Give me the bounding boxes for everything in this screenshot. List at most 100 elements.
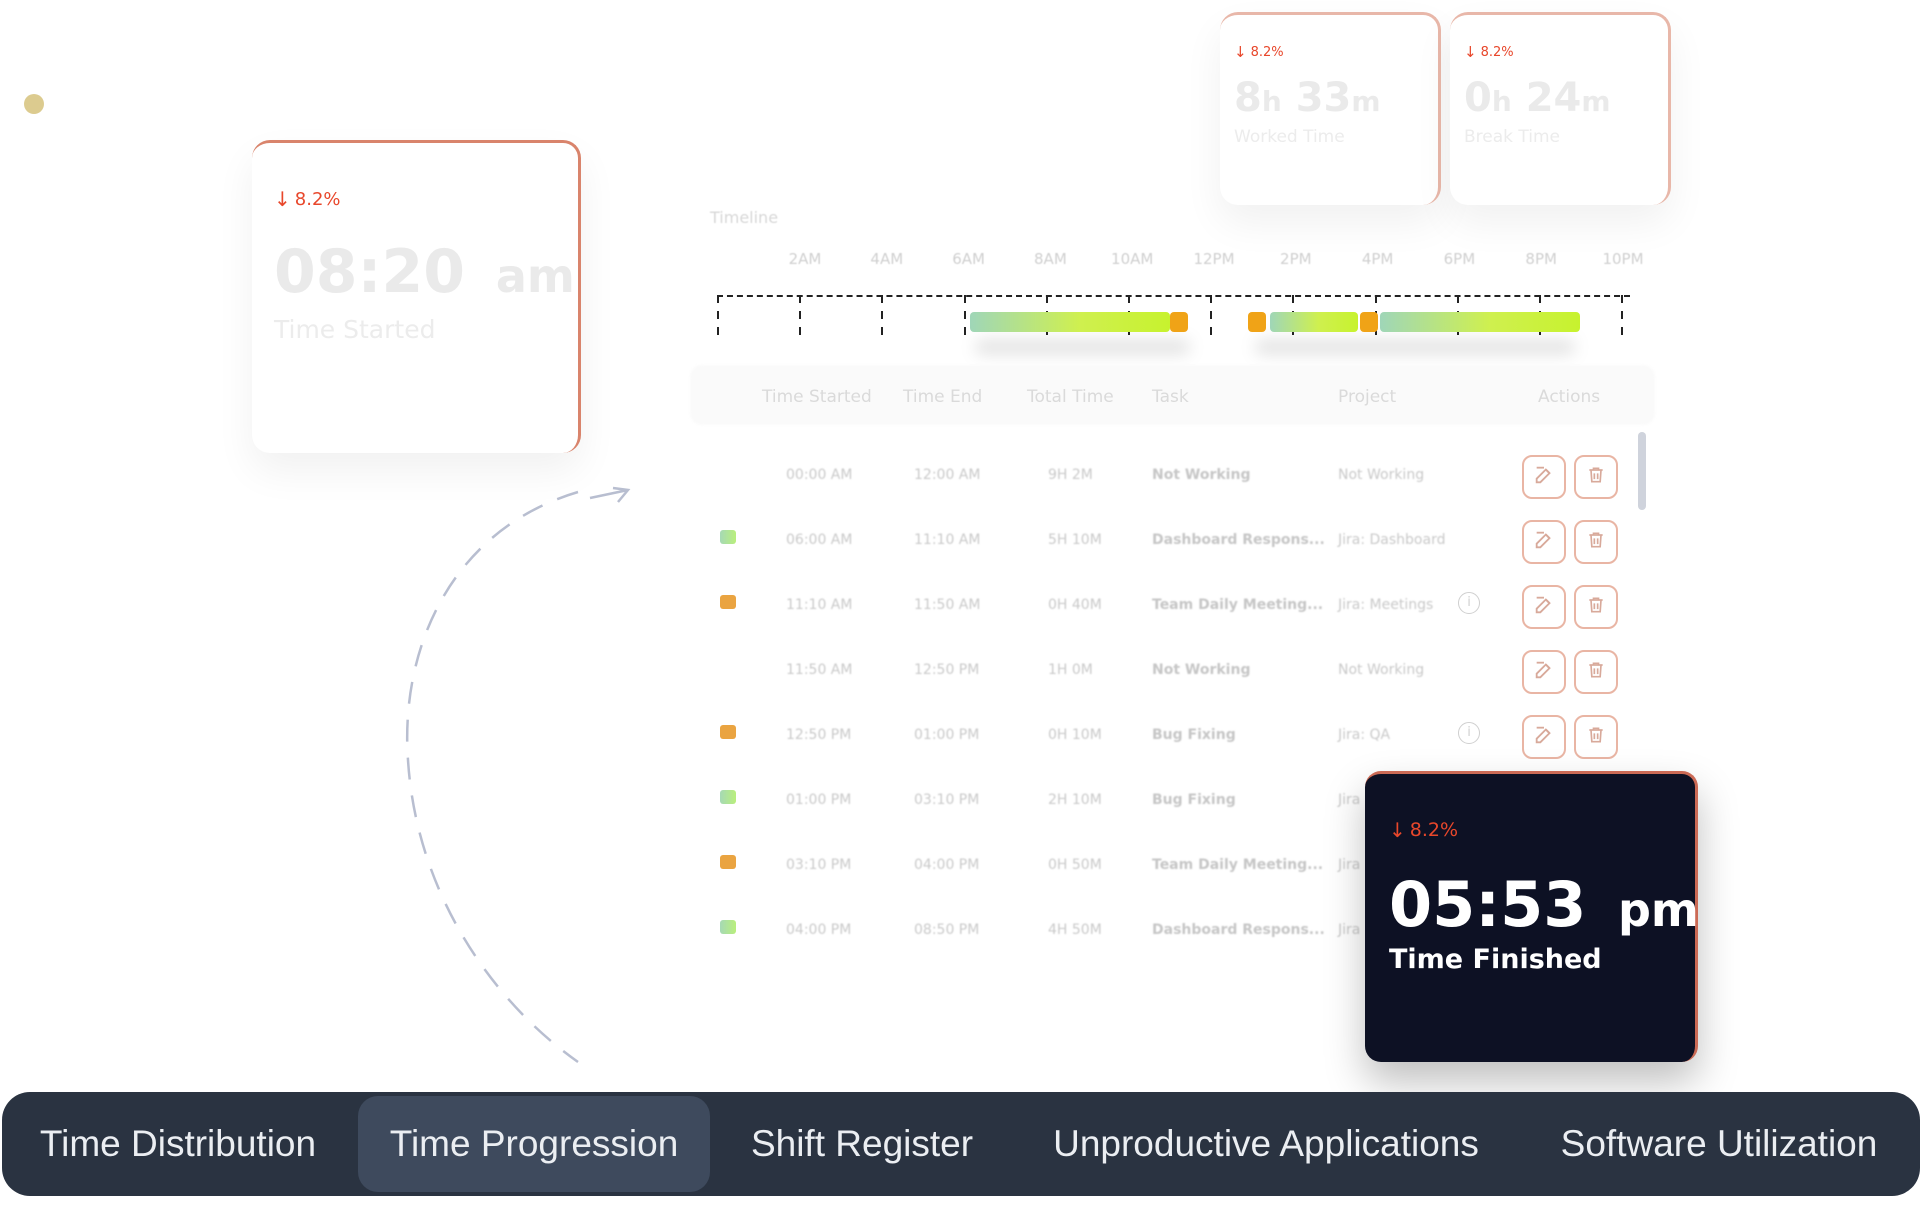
time-started-card: ↓ 8.2% 08:20 am Time Started — [252, 140, 581, 453]
timeline-work-segment — [970, 312, 1170, 332]
decorative-dot — [24, 94, 44, 114]
cell-total-time: 9H 2M — [1048, 467, 1093, 483]
task-color-swatch — [720, 920, 736, 934]
header-time-started: Time Started — [762, 387, 872, 407]
header-total-time: Total Time — [1027, 387, 1114, 407]
task-color-swatch — [720, 530, 736, 544]
table-scrollbar[interactable] — [1638, 432, 1646, 510]
edit-icon — [1533, 659, 1555, 685]
cell-total-time: 5H 10M — [1048, 532, 1102, 548]
cell-time-started: 12:50 PM — [786, 727, 852, 743]
time-finished-period: pm — [1617, 883, 1699, 937]
edit-button[interactable] — [1522, 520, 1566, 564]
cell-time-started: 04:00 PM — [786, 922, 852, 938]
time-started-label: Time Started — [274, 315, 436, 344]
arrow-down-icon: ↓ — [1464, 43, 1477, 61]
tab-time-distribution[interactable]: Time Distribution — [2, 1096, 354, 1192]
worked-time-trend: ↓ 8.2% — [1234, 43, 1284, 61]
break-time-minutes: 24 — [1525, 75, 1582, 121]
timeline-tick — [963, 295, 966, 343]
cell-time-started: 00:00 AM — [786, 467, 853, 483]
cell-time-end: 11:10 AM — [914, 532, 981, 548]
cell-project: Jira — [1338, 922, 1361, 938]
arrow-down-icon: ↓ — [1234, 43, 1247, 61]
table-row: 11:50 AM 12:50 PM 1H 0M Not Working Not Work… — [690, 640, 1655, 705]
worked-time-label: Worked Time — [1234, 127, 1345, 147]
cell-time-end: 12:50 PM — [914, 662, 980, 678]
timeline-axis-line — [717, 295, 1630, 297]
cell-time-end: 03:10 PM — [914, 792, 980, 808]
delete-button[interactable] — [1574, 715, 1618, 759]
edit-button[interactable] — [1522, 455, 1566, 499]
time-finished-trend: ↓ 8.2% — [1389, 818, 1458, 842]
table-row: 00:00 AM 12:00 AM 9H 2M Not Working Not Work… — [690, 445, 1655, 510]
break-time-m-unit: m — [1581, 85, 1611, 118]
delete-button[interactable] — [1574, 520, 1618, 564]
timeline-tick — [1210, 295, 1213, 343]
tab-time-progression[interactable]: Time Progression — [358, 1096, 710, 1192]
trash-icon — [1586, 529, 1606, 555]
edit-button[interactable] — [1522, 585, 1566, 629]
timeline-meeting-marker — [1170, 312, 1188, 332]
time-started-trend: ↓ 8.2% — [274, 187, 341, 211]
timeline-meeting-marker — [1360, 312, 1378, 332]
worked-time-minutes: 33 — [1295, 75, 1352, 121]
timeline-hour-label: 2PM — [1280, 250, 1312, 268]
delete-button[interactable] — [1574, 650, 1618, 694]
tab-unproductive-applications[interactable]: Unproductive Applications — [1014, 1096, 1518, 1192]
info-icon[interactable]: i — [1458, 722, 1480, 744]
trash-icon — [1586, 724, 1606, 750]
break-time-hours: 0 — [1464, 75, 1492, 121]
time-started-period: am — [495, 249, 575, 303]
break-time-trend-value: 8.2% — [1480, 44, 1514, 60]
time-started-trend-value: 8.2% — [294, 188, 341, 210]
tab-software-utilization[interactable]: Software Utilization — [1522, 1096, 1916, 1192]
timeline-meeting-marker — [1248, 312, 1266, 332]
time-finished-trend-value: 8.2% — [1409, 819, 1459, 841]
cell-project: Not Working — [1338, 662, 1425, 678]
timeline-hour-label: 10AM — [1111, 250, 1154, 268]
task-color-swatch — [720, 855, 736, 869]
break-time-h-unit: h — [1491, 85, 1512, 118]
delete-button[interactable] — [1574, 585, 1618, 629]
info-icon[interactable]: i — [1458, 592, 1480, 614]
cell-task: Team Daily Meeting... — [1152, 597, 1324, 613]
header-time-end: Time End — [903, 387, 983, 407]
time-finished-value: 05:53 pm — [1389, 868, 1699, 941]
cell-time-end: 12:00 AM — [914, 467, 981, 483]
cell-task: Dashboard Respons... — [1152, 532, 1325, 548]
cell-task: Bug Fixing — [1152, 727, 1236, 743]
edit-icon — [1533, 529, 1555, 555]
arrow-down-icon: ↓ — [274, 187, 291, 211]
delete-button[interactable] — [1574, 455, 1618, 499]
cell-time-started: 03:10 PM — [786, 857, 852, 873]
header-task: Task — [1152, 387, 1189, 407]
cell-project: Not Working — [1338, 467, 1425, 483]
cell-task: Bug Fixing — [1152, 792, 1236, 808]
table-row: 06:00 AM 11:10 AM 5H 10M Dashboard Respons.… — [690, 510, 1655, 575]
worked-time-h-unit: h — [1261, 85, 1282, 118]
worked-time-hours: 8 — [1234, 75, 1262, 121]
time-finished-label: Time Finished — [1389, 944, 1602, 975]
time-started-value: 08:20 am — [274, 237, 575, 307]
cell-task: Team Daily Meeting... — [1152, 857, 1324, 873]
timeline-tick — [799, 295, 802, 343]
cell-task: Dashboard Respons... — [1152, 922, 1325, 938]
edit-button[interactable] — [1522, 650, 1566, 694]
cell-total-time: 1H 0M — [1048, 662, 1093, 678]
timeline-work-segment — [1270, 312, 1358, 332]
arrow-down-icon: ↓ — [1389, 818, 1406, 842]
timeline-hour-label: 4PM — [1361, 250, 1394, 268]
time-finished-card: ↓ 8.2% 05:53 pm Time Finished — [1365, 771, 1699, 1062]
tab-shift-register[interactable]: Shift Register — [714, 1096, 1010, 1192]
timeline-hour-label: 8AM — [1034, 250, 1067, 268]
task-color-swatch — [720, 790, 736, 804]
task-color-swatch — [720, 595, 736, 609]
table-row: 12:50 PM 01:00 PM 0H 10M Bug Fixing Jira: QA… — [690, 705, 1655, 770]
cell-time-started: 01:00 PM — [786, 792, 852, 808]
header-project: Project — [1338, 387, 1397, 407]
edit-button[interactable] — [1522, 715, 1566, 759]
timeline-tick — [1621, 295, 1624, 343]
timeline-hour-label: 12PM — [1193, 250, 1235, 268]
cell-project: Jira: Dashboard — [1338, 532, 1446, 548]
